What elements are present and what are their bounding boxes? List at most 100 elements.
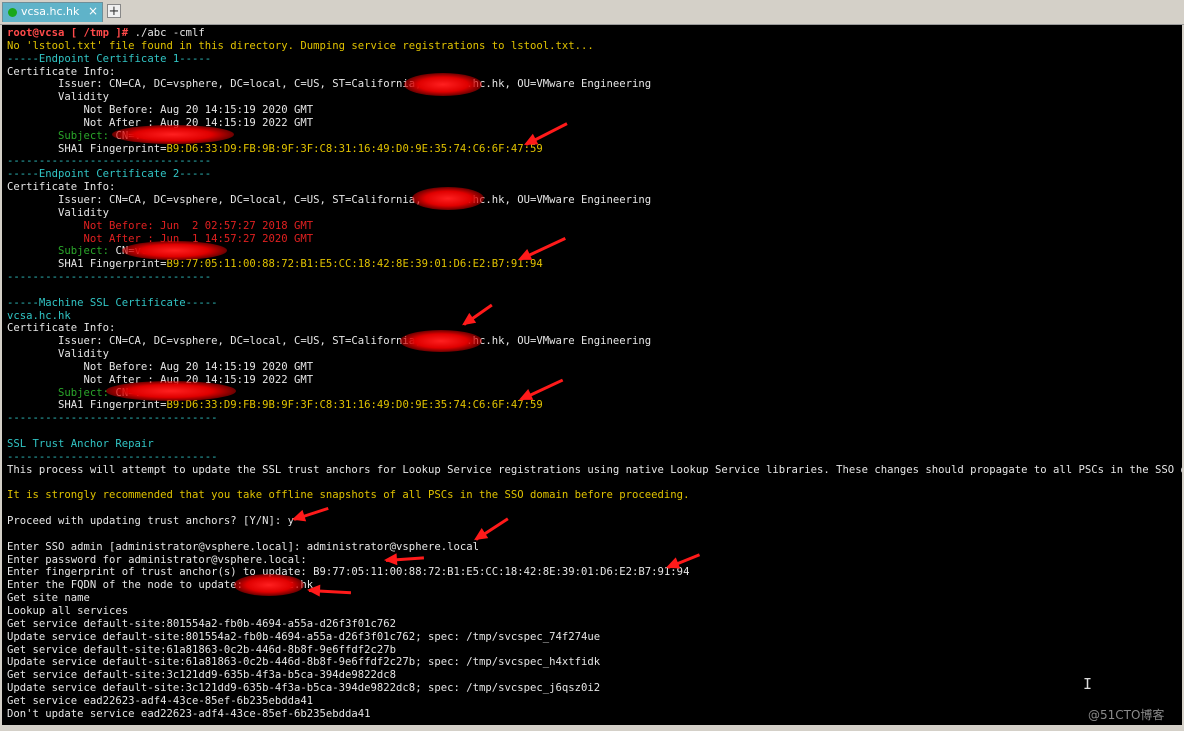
terminal-text: B9:D6:33:D9:FB:9B:9F:3F:C8:31:16:49:D0:9… <box>166 142 543 155</box>
terminal-line: -----Machine SSL Certificate----- <box>7 297 1182 310</box>
terminal-text: -----Endpoint Certificate 1----- <box>7 52 212 65</box>
terminal-line: Certificate Info: <box>7 322 1182 335</box>
terminal-text: Update service default-site:801554a2-fb0… <box>7 630 601 643</box>
terminal-line: Update service default-site:3c121dd9-635… <box>7 682 1182 695</box>
terminal-text: B9:77:05:11:00:88:72:B1:E5:CC:18:42:8E:3… <box>166 258 543 271</box>
terminal-line: root@vcsa [ /tmp ]# ./abc -cmlf <box>7 27 1182 40</box>
terminal-line: Enter password for administrator@vsphere… <box>7 554 1182 567</box>
terminal-line: Certificate Info: <box>7 66 1182 79</box>
terminal-text: Not Before: Aug 20 14:15:19 2020 GMT <box>7 360 314 373</box>
terminal-text: Validity <box>7 206 110 219</box>
terminal-line: Issuer: CN=CA, DC=vsphere, DC=local, C=U… <box>7 335 1182 348</box>
terminal-text: SHA1 Fingerprint= <box>7 399 167 412</box>
terminal-line: Validity <box>7 348 1182 361</box>
terminal-output[interactable]: root@vcsa [ /tmp ]# ./abc -cmlf No 'lstoo… <box>2 25 1182 725</box>
terminal-text: Enter fingerprint of trust anchor(s) to … <box>7 566 690 579</box>
terminal-line: Issuer: CN=CA, DC=vsphere, DC=local, C=U… <box>7 78 1182 91</box>
terminal-line: Lookup all services <box>7 605 1182 618</box>
terminal-line: SSL Trust Anchor Repair <box>7 438 1182 451</box>
connected-status-icon <box>8 8 17 17</box>
terminal-text: Get service ead22623-adf4-43ce-85ef-6b23… <box>7 694 314 707</box>
terminal-text: Subject: <box>7 386 116 399</box>
terminal-line: Validity <box>7 91 1182 104</box>
terminal-text: Get service default-site:801554a2-fb0b-4… <box>7 617 397 630</box>
terminal-line: Enter fingerprint of trust anchor(s) to … <box>7 566 1182 579</box>
terminal-line: vcsa.hc.hk <box>7 310 1182 323</box>
terminal-text: Validity <box>7 348 110 361</box>
redaction-mark <box>412 187 484 210</box>
redaction-mark <box>106 381 236 401</box>
terminal-text: Get service default-site:61a81863-0c2b-4… <box>7 643 397 656</box>
terminal-text: Get site name <box>7 592 90 605</box>
terminal-text: --------------------------------- <box>7 412 218 425</box>
terminal-text: Don't update service ead22623-adf4-43ce-… <box>7 707 371 720</box>
terminal-text: -----Machine SSL Certificate----- <box>7 296 218 309</box>
terminal-line: --------------------------------- <box>7 412 1182 425</box>
terminal-line: -----Endpoint Certificate 2----- <box>7 168 1182 181</box>
terminal-line: Get service default-site:61a81863-0c2b-4… <box>7 644 1182 657</box>
terminal-text: -----Endpoint Certificate 2----- <box>7 168 212 181</box>
terminal-text: SHA1 Fingerprint= <box>7 258 167 271</box>
redaction-mark <box>404 73 482 96</box>
terminal-line: -------------------------------- <box>7 271 1182 284</box>
terminal-line: --------------------------------- <box>7 451 1182 464</box>
terminal-line: No 'lstool.txt' file found in this direc… <box>7 40 1182 53</box>
terminal-line: Get site name <box>7 592 1182 605</box>
terminal-text: Lookup all services <box>7 604 129 617</box>
close-icon[interactable]: × <box>88 4 98 18</box>
terminal-text: Update service default-site:61a81863-0c2… <box>7 656 601 669</box>
terminal-line: Get service ead22623-adf4-43ce-85ef-6b23… <box>7 695 1182 708</box>
terminal-text: --------------------------------- <box>7 450 218 463</box>
terminal-text: Subject: <box>7 129 116 142</box>
terminal-line: This process will attempt to update the … <box>7 464 1182 477</box>
redaction-mark <box>112 125 234 144</box>
redaction-mark <box>400 330 482 352</box>
terminal-line: It is strongly recommended that you take… <box>7 489 1182 502</box>
terminal-text: Certificate Info: <box>7 181 116 194</box>
terminal-text: ./abc -cmlf <box>134 27 205 39</box>
terminal-line: Don't update service ead22623-adf4-43ce-… <box>7 708 1182 721</box>
terminal-line: Validity <box>7 207 1182 220</box>
terminal-text: Issuer: CN=CA, DC=vsphere, DC=local, C=U… <box>7 193 652 206</box>
terminal-line: SHA1 Fingerprint=B9:D6:33:D9:FB:9B:9F:3F… <box>7 399 1182 412</box>
terminal-line: Not Before: Aug 20 14:15:19 2020 GMT <box>7 361 1182 374</box>
terminal-line: Get service default-site:801554a2-fb0b-4… <box>7 618 1182 631</box>
new-tab-button[interactable]: + <box>107 4 121 18</box>
terminal-text: B9:D6:33:D9:FB:9B:9F:3F:C8:31:16:49:D0:9… <box>166 399 543 412</box>
terminal-text: Proceed with updating trust anchors? [Y/… <box>7 515 295 528</box>
terminal-line: -------------------------------- <box>7 155 1182 168</box>
tab-session[interactable]: vcsa.hc.hk × <box>2 2 103 22</box>
window-bottom-edge <box>0 725 1184 731</box>
terminal-line: Update service default-site:801554a2-fb0… <box>7 631 1182 644</box>
terminal-text: SSL Trust Anchor Repair <box>7 438 154 450</box>
terminal-text: SHA1 Fingerprint= <box>7 142 167 155</box>
terminal-text: No 'lstool.txt' file found in this direc… <box>7 39 594 52</box>
terminal-text: vcsa.hc.hk <box>7 309 71 322</box>
terminal-line: Issuer: CN=CA, DC=vsphere, DC=local, C=U… <box>7 194 1182 207</box>
terminal-line: Not Before: Jun 2 02:57:27 2018 GMT <box>7 220 1182 233</box>
terminal-text: Update service default-site:3c121dd9-635… <box>7 682 601 695</box>
terminal-text: Enter SSO admin [administrator@vsphere.l… <box>7 540 479 553</box>
terminal-line: -----Endpoint Certificate 1----- <box>7 53 1182 66</box>
redaction-mark <box>234 574 304 596</box>
terminal-text: Not Before: Aug 20 14:15:19 2020 GMT <box>7 104 314 117</box>
terminal-line: SHA1 Fingerprint=B9:77:05:11:00:88:72:B1… <box>7 258 1182 271</box>
tab-bar: vcsa.hc.hk × + <box>0 0 1184 25</box>
text-cursor-icon: I <box>1083 675 1093 693</box>
terminal-text: Issuer: CN=CA, DC=vsphere, DC=local, C=U… <box>7 78 652 91</box>
terminal-line: Enter SSO admin [administrator@vsphere.l… <box>7 541 1182 554</box>
terminal-text: Subject: <box>7 245 116 258</box>
terminal-text: Enter password for administrator@vsphere… <box>7 553 307 566</box>
terminal-text: root@vcsa [ /tmp ]# <box>7 27 135 39</box>
terminal-text: Certificate Info: <box>7 65 116 78</box>
terminal-text: This process will attempt to update the … <box>7 463 1182 476</box>
terminal-text: Certificate Info: <box>7 322 116 335</box>
terminal-text: -------------------------------- <box>7 155 212 168</box>
terminal-line: Certificate Info: <box>7 181 1182 194</box>
terminal-text: Validity <box>7 91 110 104</box>
terminal-line: Proceed with updating trust anchors? [Y/… <box>7 515 1182 528</box>
